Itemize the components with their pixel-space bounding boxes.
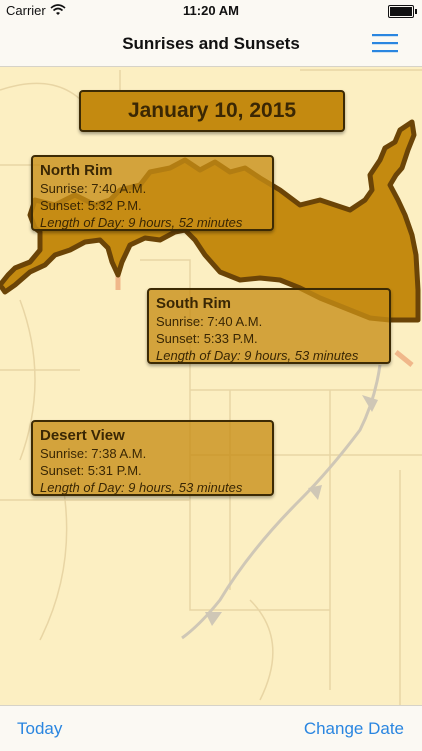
sunset-time: Sunset: 5:32 P.M. — [40, 198, 142, 213]
hamburger-menu-icon[interactable] — [372, 30, 398, 56]
change-date-button[interactable]: Change Date — [304, 719, 404, 739]
location-card-desert-view[interactable]: Desert View Sunrise: 7:38 A.M. Sunset: 5… — [31, 420, 274, 496]
status-bar: Carrier 11:20 AM — [0, 0, 422, 22]
river-path — [181, 364, 382, 640]
river-arrow-marker — [308, 485, 322, 500]
location-card-south-rim[interactable]: South Rim Sunrise: 7:40 A.M. Sunset: 5:3… — [147, 288, 391, 364]
sunset-time: Sunset: 5:31 P.M. — [40, 463, 142, 478]
date-banner: January 10, 2015 — [79, 90, 345, 132]
map-highway-east — [394, 350, 414, 367]
page-title: Sunrises and Sunsets — [122, 34, 300, 53]
sunrise-time: Sunrise: 7:40 A.M. — [40, 181, 147, 196]
sunrise-time: Sunrise: 7:38 A.M. — [40, 446, 147, 461]
today-button[interactable]: Today — [17, 719, 62, 739]
map-view[interactable]: January 10, 2015 North Rim Sunrise: 7:40… — [0, 67, 422, 705]
day-length: Length of Day: 9 hours, 53 minutes — [40, 480, 243, 495]
sunrise-time: Sunrise: 7:40 A.M. — [156, 314, 263, 329]
navigation-bar: Sunrises and Sunsets — [0, 22, 422, 67]
day-length: Length of Day: 9 hours, 52 minutes — [40, 215, 243, 230]
location-name: South Rim — [156, 295, 231, 312]
battery-icon — [388, 5, 417, 18]
status-time: 11:20 AM — [183, 3, 239, 18]
location-name: Desert View — [40, 427, 125, 444]
sunset-time: Sunset: 5:33 P.M. — [156, 331, 258, 346]
location-name: North Rim — [40, 162, 113, 179]
bottom-toolbar: Today Change Date — [0, 705, 422, 751]
river-arrow-marker — [205, 612, 222, 626]
location-card-north-rim[interactable]: North Rim Sunrise: 7:40 A.M. Sunset: 5:3… — [31, 155, 274, 231]
day-length: Length of Day: 9 hours, 53 minutes — [156, 348, 359, 363]
